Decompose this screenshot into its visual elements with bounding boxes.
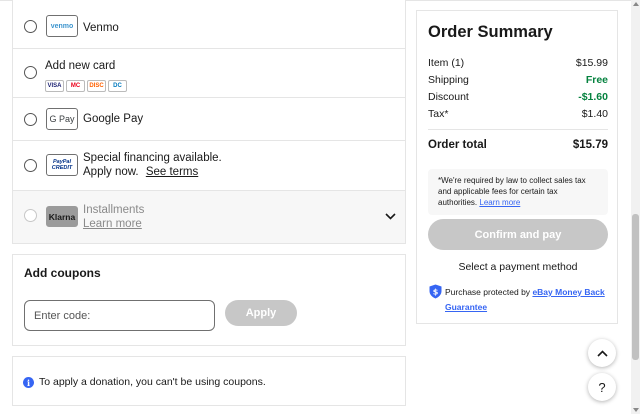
coupon-code-input[interactable] xyxy=(24,300,215,331)
new-card-radio[interactable] xyxy=(24,66,37,79)
order-summary-title: Order Summary xyxy=(428,23,553,41)
donation-notice-card: i To apply a donation, you can't be usin… xyxy=(12,356,406,406)
paypal-credit-radio[interactable] xyxy=(24,159,37,172)
scroll-down-arrow-icon[interactable] xyxy=(633,408,639,412)
chevron-down-icon[interactable] xyxy=(385,213,396,220)
paypal-credit-line1: Special financing available. xyxy=(83,152,222,164)
help-button[interactable]: ? xyxy=(588,373,616,401)
select-payment-message: Select a payment method xyxy=(458,261,578,273)
discount-value: -$1.60 xyxy=(578,91,608,103)
summary-row-tax: Tax* $1.40 xyxy=(428,108,608,120)
new-card-label: Add new card xyxy=(45,60,116,72)
summary-row-item: Item (1) $15.99 xyxy=(428,57,608,69)
shield-dollar-icon: $ xyxy=(429,284,442,299)
payment-methods-card: venmo Venmo Add new card VISA MC DISC DC G … xyxy=(12,0,406,244)
info-icon: i xyxy=(23,377,34,388)
tax-label: Tax* xyxy=(428,108,449,120)
tax-notice: *We're required by law to collect sales … xyxy=(428,169,608,215)
tax-learn-more-link[interactable]: Learn more xyxy=(479,198,520,207)
google-pay-label: Google Pay xyxy=(83,113,144,125)
scrollbar-thumb[interactable] xyxy=(632,214,639,360)
card-network-icons: VISA MC DISC DC xyxy=(45,74,129,92)
order-total-label: Order total xyxy=(428,139,487,151)
payment-option-klarna: Klarna Installments Learn more xyxy=(13,191,405,244)
venmo-logo-icon: venmo xyxy=(46,15,78,37)
shipping-value: Free xyxy=(585,74,608,86)
coupons-card: Add coupons Apply xyxy=(12,254,406,346)
order-total-value: $15.79 xyxy=(572,139,608,151)
payment-option-new-card[interactable]: Add new card VISA MC DISC DC xyxy=(13,49,405,98)
payment-option-google-pay[interactable]: G Pay Google Pay xyxy=(13,98,405,141)
confirm-and-pay-button[interactable]: Confirm and pay xyxy=(428,219,608,250)
order-summary-card: Order Summary Item (1) $15.99 Shipping F… xyxy=(416,10,618,324)
coupons-title: Add coupons xyxy=(24,266,101,280)
klarna-learn-more-link[interactable]: Learn more xyxy=(83,218,142,230)
paypal-credit-line2: Apply now. See terms xyxy=(83,166,198,178)
payment-option-venmo[interactable]: venmo Venmo xyxy=(13,0,405,49)
paypal-credit-logo-icon: PayPal CREDIT xyxy=(46,154,78,176)
scroll-up-arrow-icon[interactable] xyxy=(633,2,639,6)
tax-value: $1.40 xyxy=(581,108,608,120)
summary-divider xyxy=(428,129,608,130)
item-value: $15.99 xyxy=(575,57,608,69)
page-scrollbar[interactable] xyxy=(631,0,640,414)
klarna-radio xyxy=(24,209,37,222)
chevron-up-icon xyxy=(596,349,608,357)
venmo-radio[interactable] xyxy=(24,20,37,33)
summary-row-discount: Discount -$1.60 xyxy=(428,91,608,103)
discount-label: Discount xyxy=(428,91,469,103)
diners-club-icon: DC xyxy=(108,80,127,92)
mastercard-icon: MC xyxy=(66,80,85,92)
venmo-label: Venmo xyxy=(83,22,119,34)
shipping-label: Shipping xyxy=(428,74,469,86)
discover-icon: DISC xyxy=(87,80,106,92)
svg-text:$: $ xyxy=(433,288,439,297)
summary-row-shipping: Shipping Free xyxy=(428,74,608,86)
payment-option-paypal-credit[interactable]: PayPal CREDIT Special financing availabl… xyxy=(13,141,405,191)
google-pay-radio[interactable] xyxy=(24,113,37,126)
apply-coupon-button[interactable]: Apply xyxy=(225,300,297,326)
help-icon: ? xyxy=(598,379,606,395)
klarna-label: Installments xyxy=(83,204,145,216)
purchase-protection: Purchase protected by eBay Money Back Gu… xyxy=(445,285,615,315)
protection-prefix: Purchase protected by xyxy=(445,287,531,297)
google-pay-logo-icon: G Pay xyxy=(46,108,78,130)
see-terms-link[interactable]: See terms xyxy=(146,166,198,178)
credit-logo-text: CREDIT xyxy=(51,165,73,171)
klarna-logo-icon: Klarna xyxy=(46,206,78,227)
scroll-to-top-button[interactable] xyxy=(588,339,616,367)
item-label: Item (1) xyxy=(428,57,465,69)
donation-notice-text: To apply a donation, you can't be using … xyxy=(39,376,266,388)
visa-icon: VISA xyxy=(45,80,64,92)
summary-row-total: Order total $15.79 xyxy=(428,139,608,151)
apply-now-text: Apply now. xyxy=(83,166,139,178)
